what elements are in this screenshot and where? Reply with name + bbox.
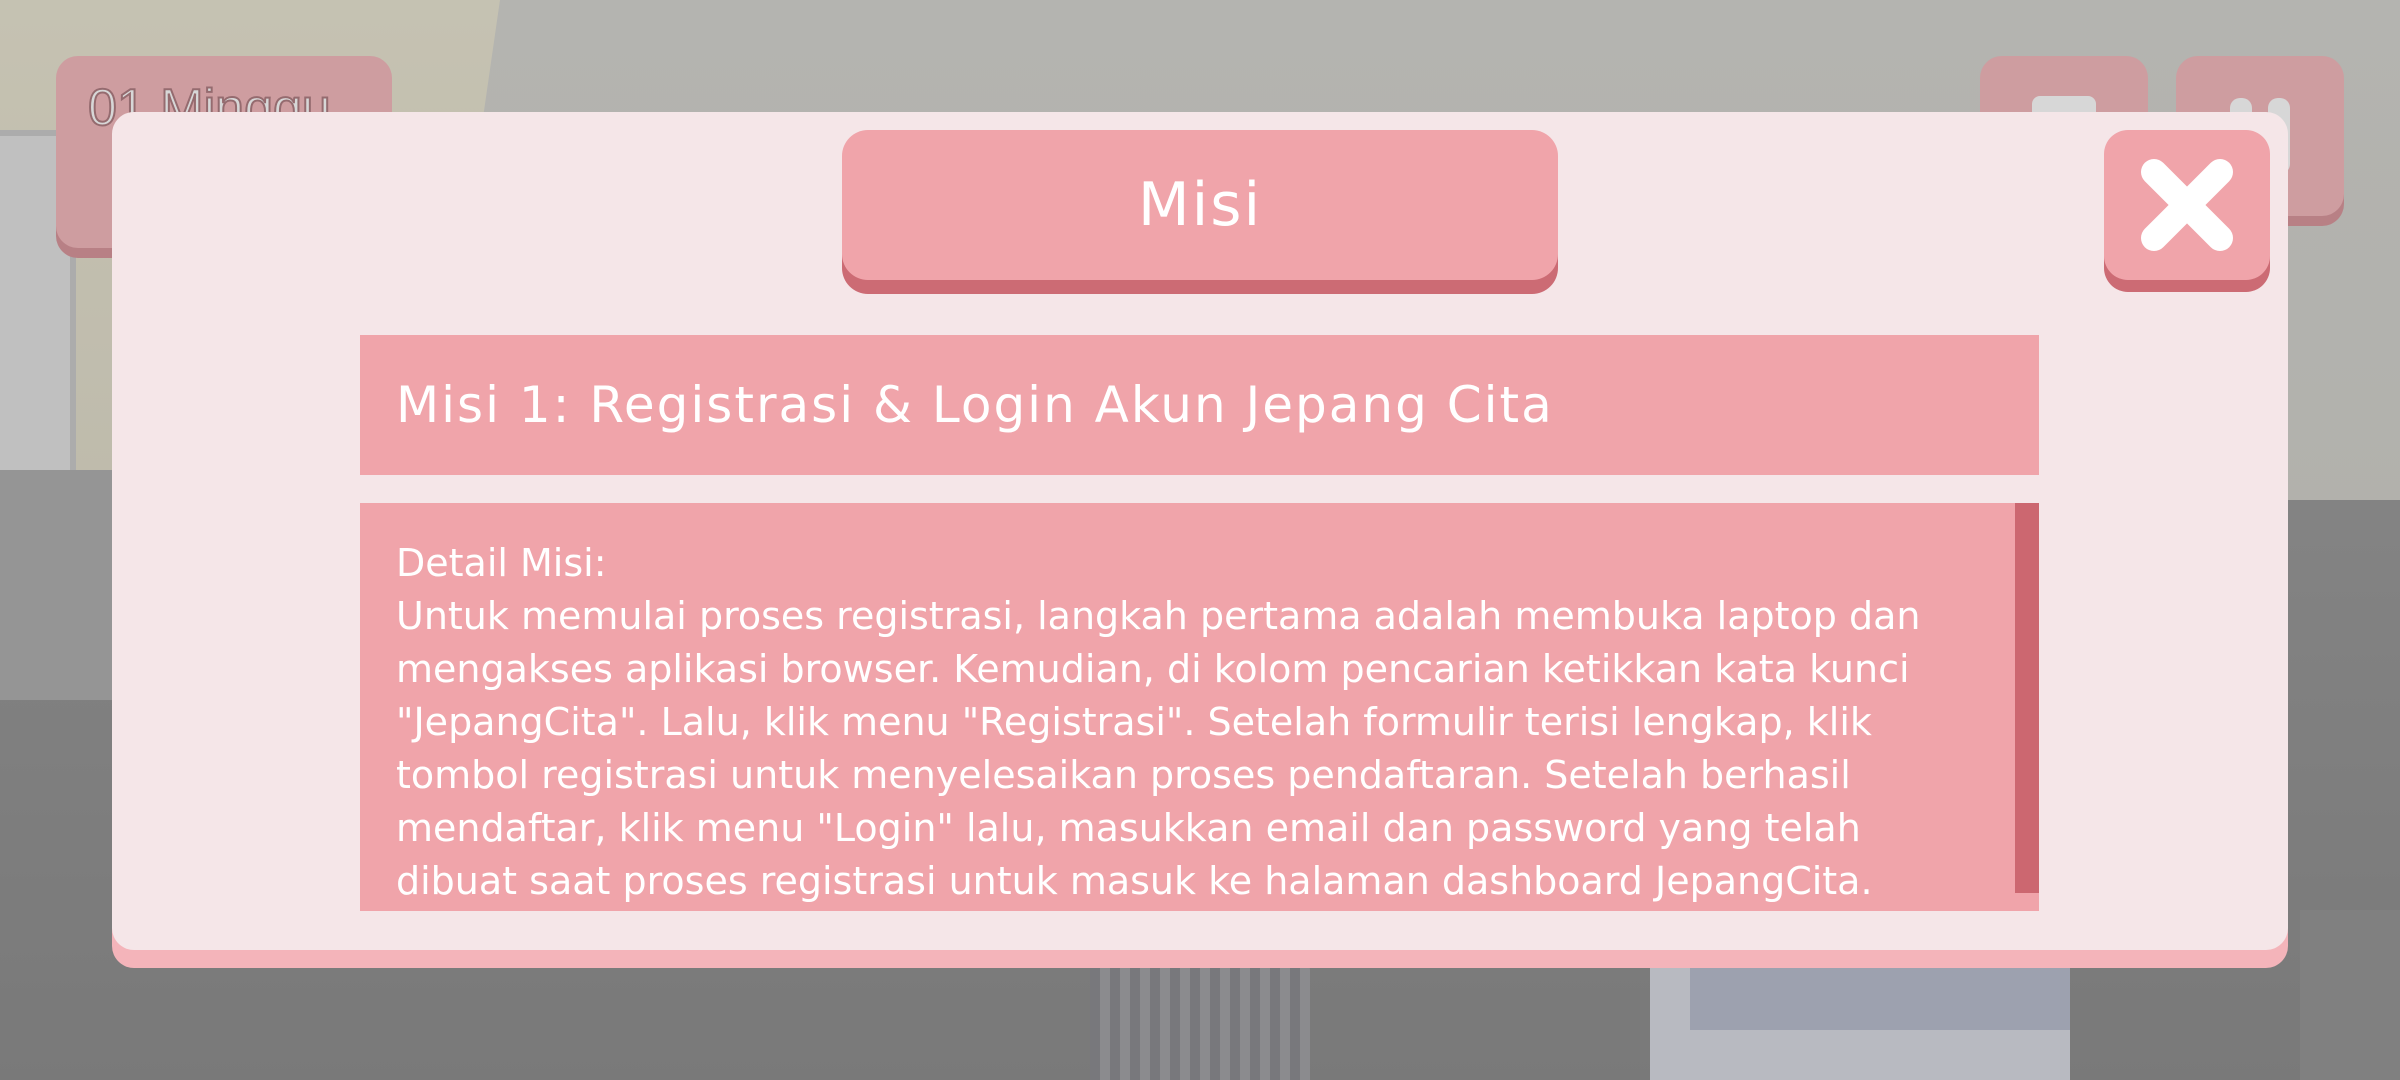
mission-header: Misi 1: Registrasi & Login Akun Jepang C…: [360, 335, 2039, 475]
mission-title: Misi 1: Registrasi & Login Akun Jepang C…: [396, 376, 1554, 434]
dialog-title: Misi: [1137, 170, 1263, 240]
mission-detail-text: Detail Misi: Untuk memulai proses regist…: [396, 537, 1976, 908]
game-screen: 01 Minggu Misi Misi 1: Registrasi & Logi…: [0, 0, 2400, 1080]
close-icon: [2141, 159, 2233, 251]
dialog-title-tab: Misi: [842, 130, 1558, 280]
mission-detail-label: Detail Misi:: [396, 541, 607, 585]
detail-scrollbar[interactable]: [2015, 503, 2039, 893]
mission-detail-body: Untuk memulai proses registrasi, langkah…: [396, 594, 1921, 903]
mission-detail-panel[interactable]: Detail Misi: Untuk memulai proses regist…: [360, 503, 2039, 911]
close-button[interactable]: [2104, 130, 2270, 280]
